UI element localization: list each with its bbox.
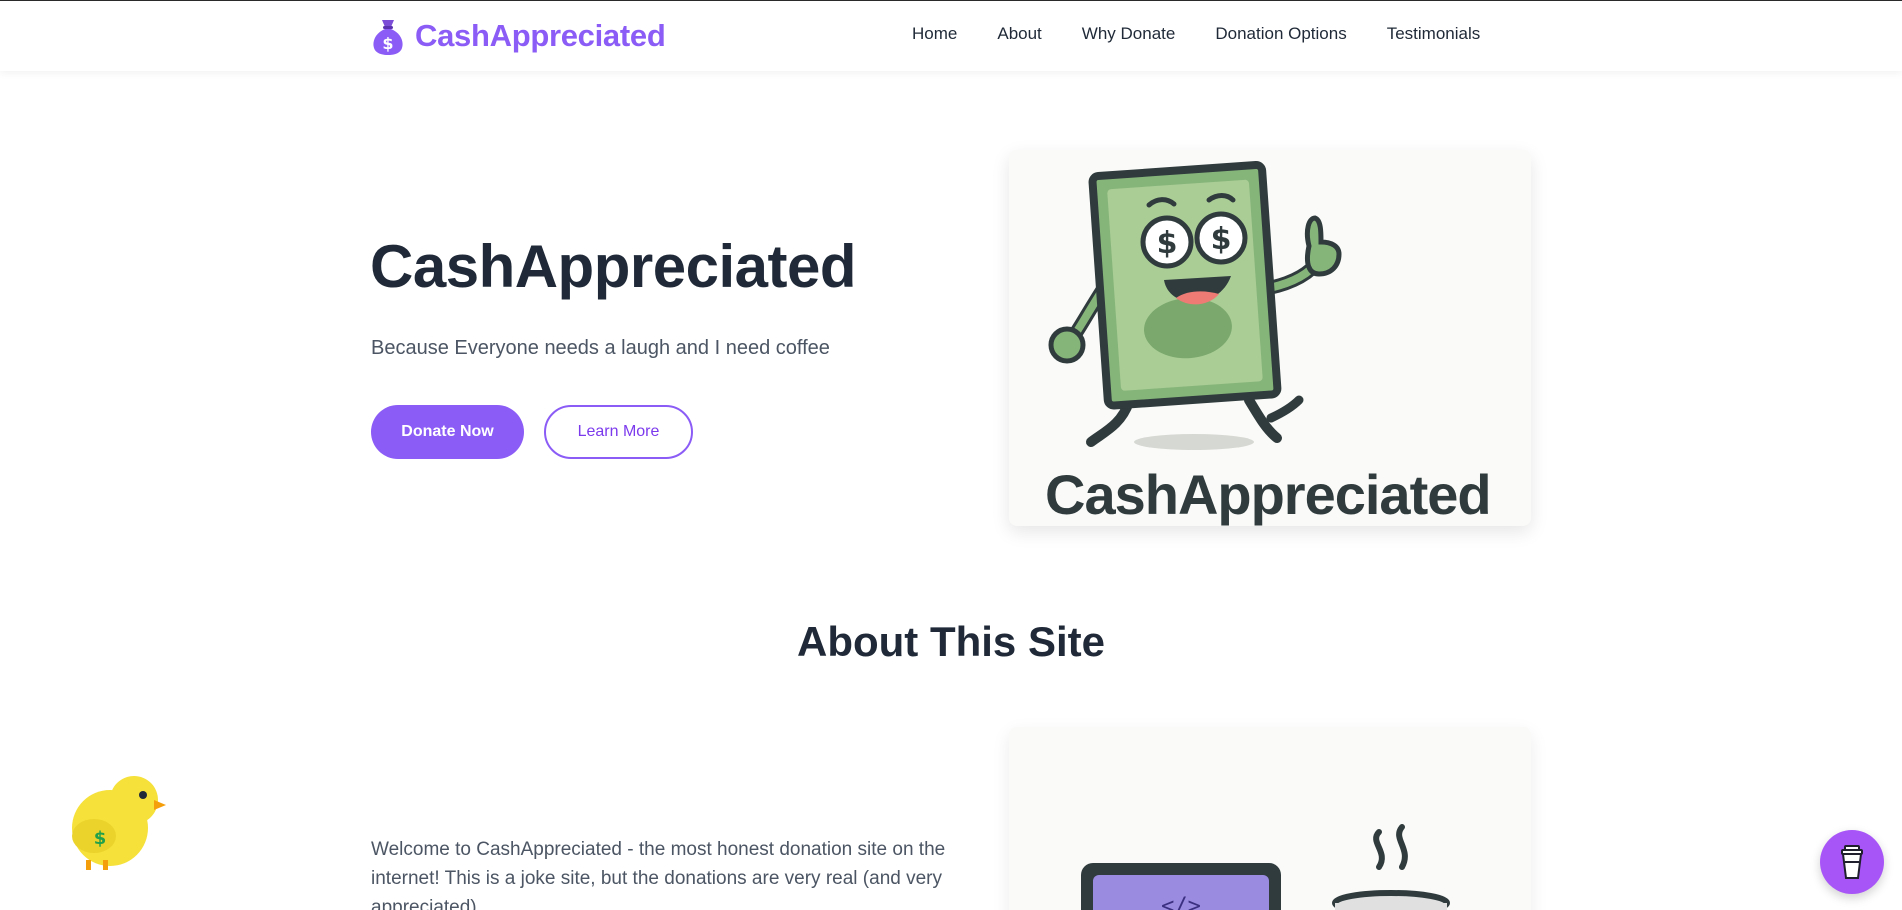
svg-text:$: $ [382,34,393,53]
coffee-cup-icon [1841,845,1863,879]
svg-text:$: $ [94,828,107,849]
dollar-bill-mascot: $ $ [1048,161,1342,450]
svg-text:$: $ [1211,222,1232,257]
money-bag-icon: $ [373,20,403,55]
nav-link-donation-options[interactable]: Donation Options [1215,24,1346,44]
about-text: Welcome to CashAppreciated - the most ho… [371,839,946,910]
laptop-coffee-illustration: </> [1081,824,1450,910]
coffee-cup-button[interactable] [1820,830,1884,894]
about-image-card: </> [1009,727,1531,910]
brand-name: CashAppreciated [415,18,666,53]
brand-logo[interactable]: $ CashAppreciated [371,14,666,58]
learn-more-button[interactable]: Learn More [544,405,693,459]
hero-title: CashAppreciated [370,233,856,300]
hero-image-card: $ $ CashAppreciated [1009,150,1531,526]
chick-mascot-icon[interactable]: $ [56,772,168,870]
svg-text:</>: </> [1161,894,1201,910]
nav-link-home[interactable]: Home [912,24,957,44]
hero-image-caption: CashAppreciated [1045,463,1492,526]
about-section-title: About This Site [797,618,1105,665]
svg-text:$: $ [1157,226,1178,261]
nav-menu: Home About Why Donate Donation Options T… [912,24,1480,44]
donate-now-button[interactable]: Donate Now [371,405,524,459]
hero-subtitle: Because Everyone needs a laugh and I nee… [371,337,830,359]
nav-link-why-donate[interactable]: Why Donate [1082,24,1176,44]
navbar: $ CashAppreciated Home About Why Donate … [0,1,1902,71]
nav-link-about[interactable]: About [997,24,1041,44]
nav-link-testimonials[interactable]: Testimonials [1387,24,1481,44]
